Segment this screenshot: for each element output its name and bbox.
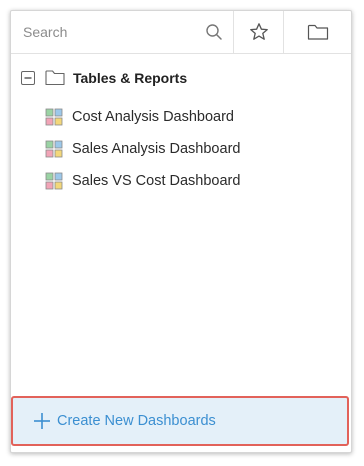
folder-icon — [307, 24, 328, 40]
tree-node-tables-reports[interactable]: Tables & Reports — [21, 68, 341, 88]
tree-root-label: Tables & Reports — [73, 70, 188, 86]
tree-item-label: Cost Analysis Dashboard — [72, 109, 234, 125]
dashboard-icon — [45, 172, 63, 190]
plus-icon — [33, 412, 51, 430]
search-icon[interactable] — [205, 23, 223, 41]
create-new-dashboards-button[interactable]: Create New Dashboards — [11, 396, 349, 446]
folder-icon — [45, 69, 65, 86]
folder-view-button[interactable] — [284, 11, 351, 53]
explorer-toolbar — [11, 11, 351, 54]
dashboard-icon — [45, 140, 63, 158]
favorites-button[interactable] — [234, 11, 283, 53]
tree-item-cost-analysis[interactable]: Cost Analysis Dashboard — [11, 106, 341, 130]
tree-item-label: Sales Analysis Dashboard — [72, 141, 241, 157]
star-icon — [249, 23, 268, 40]
collapse-icon[interactable] — [21, 71, 35, 85]
tree-item-label: Sales VS Cost Dashboard — [72, 173, 241, 189]
tree-item-sales-vs-cost[interactable]: Sales VS Cost Dashboard — [11, 170, 341, 194]
dashboard-explorer-panel: Tables & Reports Cost Analysis Dashboard — [10, 10, 352, 453]
dashboard-icon — [45, 108, 63, 126]
tree-item-sales-analysis[interactable]: Sales Analysis Dashboard — [11, 138, 341, 162]
create-new-dashboards-label: Create New Dashboards — [57, 413, 216, 429]
search-input[interactable] — [11, 11, 231, 53]
